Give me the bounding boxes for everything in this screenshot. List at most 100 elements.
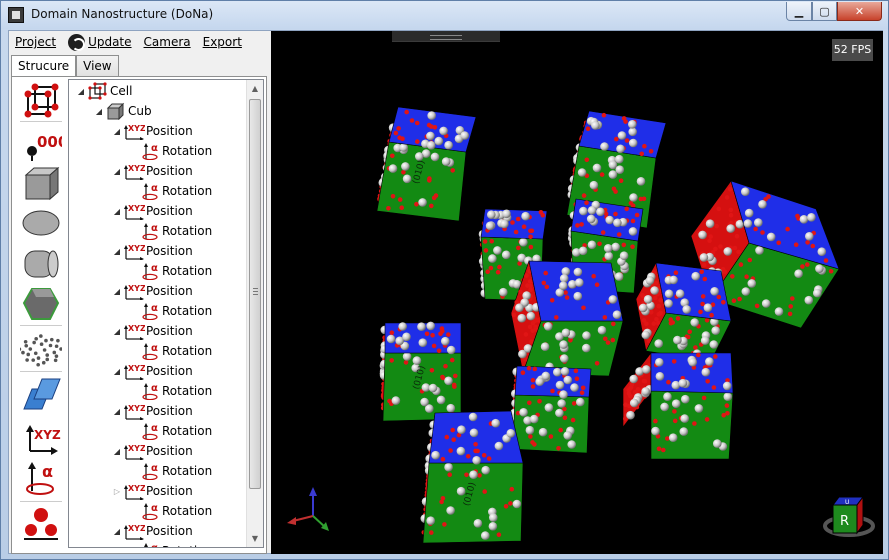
tree-node-position[interactable]: ◢ XYZ Position — [111, 241, 193, 261]
tab-view[interactable]: View — [76, 55, 119, 77]
collapse-arrow-icon[interactable] — [127, 505, 139, 517]
gray-atom — [469, 428, 479, 438]
tree-node-position[interactable]: ◢ XYZ Position — [111, 401, 193, 421]
tree-node-rotation[interactable]: α Rotation — [127, 261, 212, 281]
minimize-button[interactable]: ▁ — [786, 2, 812, 21]
ellipsoid-icon[interactable] — [20, 203, 62, 243]
gray-atom — [755, 246, 764, 255]
particles-icon[interactable] — [20, 329, 62, 369]
collapse-arrow-icon[interactable] — [127, 345, 139, 357]
tree-node-cub[interactable]: ◢ Cub — [93, 101, 152, 121]
gray-atom — [575, 278, 584, 287]
red-atom — [516, 245, 521, 251]
collapse-arrow-icon[interactable] — [127, 225, 139, 237]
menu-project[interactable]: Project — [9, 31, 62, 53]
collapse-arrow-icon[interactable]: ◢ — [111, 405, 123, 417]
menu-update[interactable]: Update — [62, 31, 137, 53]
gray-atom — [663, 392, 672, 402]
gray-atom — [705, 357, 714, 366]
collapse-arrow-icon[interactable] — [127, 265, 139, 277]
red-atom — [648, 149, 654, 154]
tree-node-rotation[interactable]: α Rotation — [127, 221, 212, 241]
menu-export[interactable]: Export — [197, 31, 248, 53]
cylinder-icon[interactable] — [20, 243, 62, 283]
collapse-arrow-icon[interactable] — [127, 145, 139, 157]
3d-viewport[interactable]: (010) (010) (010) R U 52 FPS — [271, 31, 883, 554]
scroll-thumb[interactable] — [249, 99, 261, 489]
scene-canvas[interactable]: (010)(010)(010)RU — [271, 31, 883, 554]
collapse-arrow-icon[interactable] — [127, 465, 139, 477]
cell-icon — [87, 82, 109, 100]
tree-node-position[interactable]: ▷ XYZ Position — [111, 481, 193, 501]
scroll-down-icon[interactable]: ▼ — [247, 530, 263, 547]
menu-camera[interactable]: Camera — [138, 31, 197, 53]
collapse-arrow-icon[interactable]: ◢ — [111, 125, 123, 137]
gray-atom — [722, 381, 732, 391]
tree-node-rotation[interactable]: α Rotation — [127, 421, 212, 441]
navigation-cube[interactable]: RU — [823, 495, 875, 537]
collapse-arrow-icon[interactable]: ◢ — [111, 325, 123, 337]
polyhedron-icon[interactable] — [20, 283, 62, 323]
rotation-icon: α — [139, 382, 161, 400]
rotation-badge: α — [151, 423, 158, 434]
tree-node-rotation[interactable]: α Rotation — [127, 501, 212, 521]
plane-icon[interactable] — [20, 375, 62, 415]
tree-node-position[interactable]: ◢ XYZ Position — [111, 321, 193, 341]
collapse-arrow-icon[interactable]: ◢ — [111, 165, 123, 177]
expand-arrow-icon[interactable]: ▷ — [111, 485, 123, 497]
tree-node-rotation[interactable]: α Rotation — [127, 461, 212, 481]
collapse-arrow-icon[interactable] — [127, 305, 139, 317]
collapse-arrow-icon[interactable] — [127, 545, 139, 547]
collapse-arrow-icon[interactable]: ◢ — [111, 285, 123, 297]
tree-node-position[interactable]: ◢ XYZ Position — [111, 521, 193, 541]
red-atom — [713, 354, 718, 359]
red-atom — [656, 446, 662, 452]
cell-icon[interactable] — [20, 81, 62, 121]
cube-icon[interactable] — [20, 163, 62, 203]
red-atom — [672, 418, 678, 424]
red-atom — [699, 269, 704, 275]
tree-node-position[interactable]: ◢ XYZ Position — [111, 441, 193, 461]
red-atom — [732, 245, 738, 251]
collapse-arrow-icon[interactable] — [127, 185, 139, 197]
collapse-arrow-icon[interactable]: ◢ — [111, 205, 123, 217]
gray-atom — [491, 418, 500, 428]
tab-structure[interactable]: Strucure — [11, 55, 77, 78]
tree-node-position[interactable]: ◢ XYZ Position — [111, 201, 193, 221]
tree-node-rotation[interactable]: α Rotation — [127, 301, 212, 321]
collapse-arrow-icon[interactable]: ◢ — [111, 365, 123, 377]
position-icon[interactable]: XYZ — [20, 415, 62, 455]
rotation-icon[interactable]: α — [20, 457, 62, 497]
collapse-arrow-icon[interactable]: ◢ — [111, 245, 123, 257]
tree-node-rotation[interactable]: α Rotation — [127, 181, 212, 201]
tree-node-rotation[interactable]: α Rotation — [127, 141, 212, 161]
gray-atom — [705, 219, 715, 228]
tree-scrollbar[interactable]: ▲ ▼ — [246, 80, 263, 547]
tree-node-position[interactable]: ◢ XYZ Position — [111, 121, 193, 141]
collapse-arrow-icon[interactable]: ◢ — [111, 525, 123, 537]
collapse-arrow-icon[interactable]: ◢ — [111, 445, 123, 457]
tree-node-rotation[interactable]: α Rotation — [127, 341, 212, 361]
gray-atom — [402, 174, 412, 184]
scroll-up-icon[interactable]: ▲ — [247, 80, 263, 97]
tree-node-position[interactable]: ◢ XYZ Position — [111, 161, 193, 181]
tree-node-cell[interactable]: ◢ Cell — [75, 81, 132, 101]
lattice-counter-icon[interactable]: 000 — [20, 123, 62, 163]
gray-atom — [436, 395, 446, 405]
title-bar[interactable]: Domain Nanostructure (DoNa) ▁ ▢ ✕ — [1, 1, 888, 29]
collapse-arrow-icon[interactable]: ◢ — [93, 105, 105, 117]
red-atom — [520, 370, 526, 376]
collapse-arrow-icon[interactable] — [127, 385, 139, 397]
close-button[interactable]: ✕ — [837, 2, 882, 21]
maximize-button[interactable]: ▢ — [812, 2, 837, 21]
tree-node-rotation[interactable]: α Rotation — [127, 541, 212, 547]
red-atom — [581, 305, 586, 311]
tree-node-position[interactable]: ◢ XYZ Position — [111, 281, 193, 301]
panel-splitter-handle[interactable] — [392, 31, 500, 42]
collapse-arrow-icon[interactable] — [127, 425, 139, 437]
molecule-icon[interactable] — [20, 503, 62, 543]
structure-tree[interactable]: ▲ ▼ ◢ Cell ◢ Cub ◢ XYZ Position α Rotation ◢ XYZ Po… — [68, 79, 264, 548]
tree-node-rotation[interactable]: α Rotation — [127, 381, 212, 401]
tree-node-position[interactable]: ◢ XYZ Position — [111, 361, 193, 381]
collapse-arrow-icon[interactable]: ◢ — [75, 85, 87, 97]
